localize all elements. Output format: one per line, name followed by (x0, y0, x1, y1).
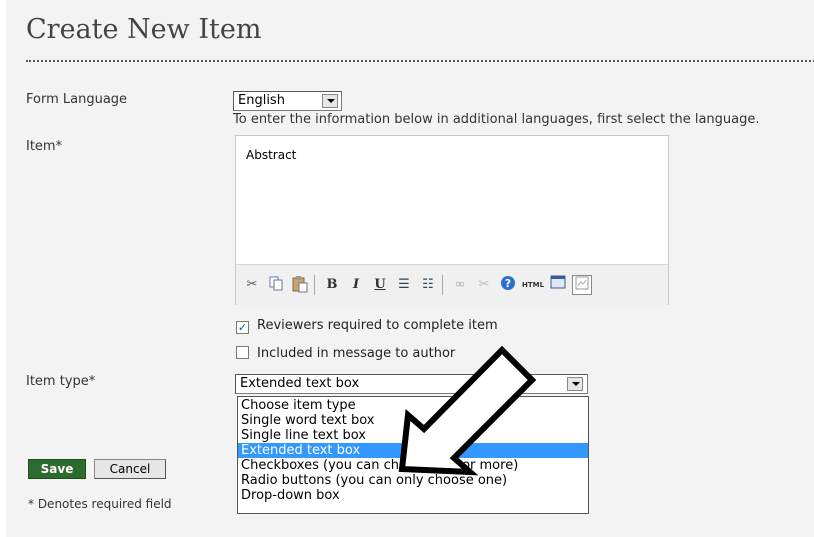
toolbar-separator (314, 275, 315, 295)
item-type-label: Item type* (26, 374, 96, 389)
form-language-label: Form Language (26, 92, 128, 107)
reviewers-required-checkbox-row[interactable]: ✓ Reviewers required to complete item (236, 318, 498, 334)
annotation-arrow-icon (398, 345, 537, 476)
item-label: Item* (26, 139, 63, 154)
underline-icon[interactable]: U (370, 275, 390, 295)
link-icon[interactable]: ∞ (450, 275, 470, 295)
bold-icon[interactable]: B (322, 275, 342, 295)
form-language-select[interactable]: English (233, 91, 342, 111)
form-language-value: English (238, 93, 285, 108)
title-divider (26, 60, 814, 62)
fullscreen-icon[interactable] (548, 275, 568, 295)
paste-icon[interactable] (290, 275, 310, 295)
page-title: Create New Item (26, 14, 262, 45)
bullet-list-icon[interactable]: ☰ (394, 275, 414, 295)
dropdown-option[interactable]: Drop-down box (238, 488, 588, 503)
copy-icon[interactable] (266, 275, 286, 295)
item-rich-text-editor[interactable]: Abstract ✂ B I U ☰ ☷ ∞ ✂ ? HTML (235, 135, 669, 305)
required-field-note: * Denotes required field (28, 497, 172, 511)
toolbar-separator (442, 275, 443, 295)
image-icon[interactable] (572, 275, 592, 295)
editor-content[interactable]: Abstract (246, 148, 296, 162)
included-message-checkbox[interactable] (236, 346, 249, 359)
language-help-text: To enter the information below in additi… (233, 112, 760, 127)
italic-icon[interactable]: I (346, 275, 366, 295)
svg-text:?: ? (505, 277, 511, 290)
save-button[interactable]: Save (28, 459, 86, 479)
help-icon[interactable]: ? (498, 275, 518, 295)
html-icon[interactable]: HTML (522, 275, 544, 295)
unlink-icon[interactable]: ✂ (474, 275, 494, 295)
chevron-down-icon[interactable] (322, 94, 338, 108)
form-panel: Create New Item Form Language English To… (6, 0, 814, 537)
cut-icon[interactable]: ✂ (242, 275, 262, 295)
reviewers-required-label: Reviewers required to complete item (257, 318, 498, 333)
reviewers-required-checkbox[interactable]: ✓ (236, 321, 249, 334)
numbered-list-icon[interactable]: ☷ (418, 275, 438, 295)
item-type-value: Extended text box (240, 376, 360, 391)
editor-toolbar: ✂ B I U ☰ ☷ ∞ ✂ ? HTML (236, 264, 668, 305)
cancel-button[interactable]: Cancel (94, 459, 166, 479)
